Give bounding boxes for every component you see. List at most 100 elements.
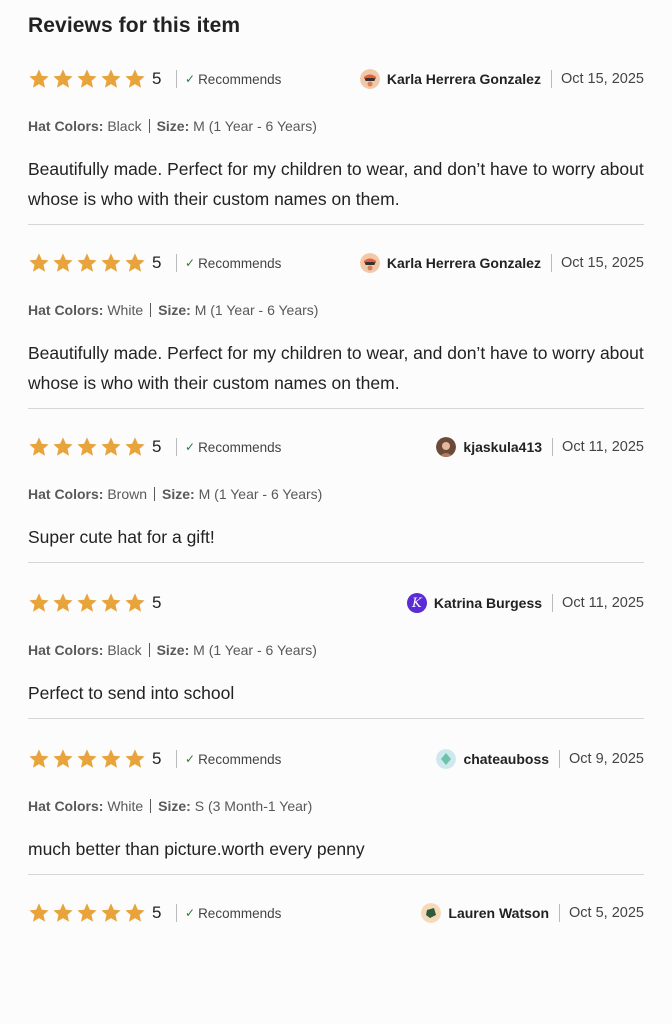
review-text: Beautifully made. Perfect for my childre… [28,159,644,209]
hat-colors-label: Hat Colors: [28,118,104,134]
reviewer-name[interactable]: Karla Herrera Gonzalez [387,71,541,87]
star-icon [77,69,97,88]
review-date: Oct 11, 2025 [562,439,644,455]
star-icon [53,253,73,272]
variant-info: Hat Colors: White Size: S (3 Month-1 Year… [28,798,644,818]
size-value: M (1 Year - 6 Years) [193,118,317,134]
star-icon [29,593,49,612]
star-icon [53,749,73,768]
check-icon: ✓ [185,256,196,270]
review-date: Oct 11, 2025 [562,595,644,611]
star-icon [125,69,145,88]
star-icon [101,69,121,88]
avatar[interactable] [421,903,442,923]
hat-colors-label: Hat Colors: [28,642,104,658]
hat-colors-label: Hat Colors: [28,486,104,502]
rating-value: 5 [152,903,162,922]
divider [176,254,177,272]
size-value: M (1 Year - 6 Years) [193,642,317,658]
reviewer-name[interactable]: Katrina Burgess [434,595,542,611]
divider [148,119,150,133]
review-item: 5 K Katrina Burgess Oct 11, 2025 Hat Col… [28,563,644,719]
star-rating [28,252,146,274]
star-icon [53,69,73,88]
rating-value: 5 [152,253,162,272]
review-text: Beautifully made. Perfect for my childre… [28,343,644,393]
star-icon [125,749,145,768]
star-icon [77,437,97,456]
review-item: 5 ✓ Recommends chateauboss Oct 9, 2025 Ha… [28,719,644,875]
review-text: Super cute hat for a gift! [28,527,215,547]
hat-colors-value: Black [107,642,142,658]
hat-colors-value: White [107,302,144,318]
recommends-badge: ✓ Recommends [185,440,281,455]
star-icon [125,593,145,612]
divider [552,594,554,612]
size-label: Size: [158,798,191,814]
hat-colors-value: White [107,798,144,814]
avatar[interactable] [436,437,457,457]
recommends-badge: ✓ Recommends [185,906,281,921]
star-icon [101,593,121,612]
avatar[interactable] [359,69,380,89]
size-label: Size: [156,642,190,658]
star-icon [77,593,97,612]
recommends-label: Recommends [198,751,282,767]
divider [559,904,561,922]
star-icon [53,903,73,922]
star-rating [28,902,146,924]
star-icon [125,903,145,922]
star-rating [28,436,146,458]
divider [552,438,554,456]
size-value: S (3 Month-1 Year) [194,798,313,814]
divider [148,643,150,657]
review-date: Oct 15, 2025 [560,71,644,87]
check-icon: ✓ [185,906,196,920]
hat-colors-value: Brown [107,486,148,502]
reviewer-name[interactable]: chateauboss [463,751,549,767]
reviewer-name[interactable]: kjaskula413 [463,439,542,455]
review-item: 5 ✓ Recommends kjaskula413 Oct 11, 2025 H… [28,409,644,563]
avatar[interactable] [436,749,457,769]
rating-value: 5 [152,69,162,88]
reviews-heading: Reviews for this item [28,14,241,37]
divider [150,799,152,813]
recommends-label: Recommends [198,255,282,271]
recommends-label: Recommends [198,439,282,455]
size-value: M (1 Year - 6 Years) [194,302,319,318]
review-text: much better than picture.worth every pen… [28,839,365,859]
variant-info: Hat Colors: Black Size: M (1 Year - 6 Yea… [28,642,644,662]
star-icon [29,437,49,456]
review-date: Oct 15, 2025 [560,255,644,271]
variant-info: Hat Colors: White Size: M (1 Year - 6 Yea… [28,302,644,322]
review-date: Oct 9, 2025 [569,751,644,767]
avatar[interactable]: K [406,593,427,613]
hat-colors-value: Black [107,118,142,134]
reviewer-name[interactable]: Karla Herrera Gonzalez [387,255,541,271]
star-icon [53,593,73,612]
divider [559,750,561,768]
star-rating [28,748,146,770]
star-icon [29,749,49,768]
star-rating [28,592,146,614]
star-icon [125,437,145,456]
variant-info: Hat Colors: Black Size: M (1 Year - 6 Yea… [28,118,644,138]
star-icon [29,69,49,88]
star-icon [125,253,145,272]
star-icon [77,903,97,922]
star-icon [101,437,121,456]
reviewer-name[interactable]: Lauren Watson [448,905,549,921]
avatar[interactable] [359,253,380,273]
review-item: 5 ✓ Recommends Karla Herrera Gonzalez Oct… [28,225,644,409]
recommends-label: Recommends [198,71,282,87]
size-label: Size: [162,486,195,502]
divider [150,303,152,317]
star-icon [101,749,121,768]
divider [176,904,177,922]
avatar-letter: K [412,595,422,611]
size-label: Size: [156,118,190,134]
review-item: 5 ✓ Recommends Karla Herrera Gonzalez Oct… [28,66,644,225]
check-icon: ✓ [185,72,196,86]
star-icon [29,903,49,922]
rating-value: 5 [152,593,162,612]
